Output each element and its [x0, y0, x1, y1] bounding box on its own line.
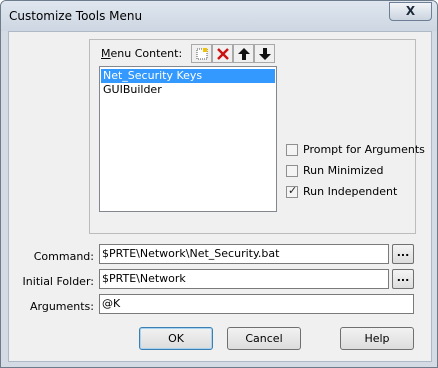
title-bar[interactable]: Customize Tools Menu X — [1, 1, 437, 31]
ok-button[interactable]: OK — [139, 327, 213, 350]
menu-content-label-accel: M — [101, 47, 111, 60]
delete-item-button[interactable] — [212, 44, 233, 63]
close-icon: X — [405, 4, 416, 18]
move-up-icon — [238, 48, 250, 60]
close-button[interactable]: X — [389, 2, 432, 21]
run-minimized-label: Run Minimized — [303, 164, 384, 177]
command-browse-button[interactable]: ... — [392, 244, 414, 264]
menu-content-label-rest: enu Content: — [110, 47, 183, 60]
command-field[interactable]: $PRTE\Network\Net_Security.bat — [99, 244, 389, 264]
new-item-icon — [196, 48, 208, 60]
delete-icon — [217, 48, 229, 60]
help-button[interactable]: Help — [340, 327, 414, 350]
list-item[interactable]: GUIBuilder — [101, 83, 275, 97]
initial-folder-browse-button[interactable]: ... — [392, 269, 414, 289]
checkmark-icon: ✓ — [288, 184, 298, 197]
menu-content-list[interactable]: Net_Security Keys GUIBuilder — [99, 66, 277, 212]
run-independent-checkbox[interactable]: ✓ — [286, 184, 298, 198]
move-down-button[interactable] — [254, 44, 275, 63]
menu-content-label: Menu Content: — [101, 47, 182, 60]
command-label: Command: — [33, 250, 94, 263]
run-independent-label: Run Independent — [303, 185, 398, 198]
cancel-button[interactable]: Cancel — [227, 327, 301, 350]
arguments-label: Arguments: — [29, 300, 94, 313]
initial-folder-label: Initial Folder: — [22, 275, 94, 288]
dialog-window: Customize Tools Menu X Menu Content: Net… — [0, 0, 438, 368]
list-item[interactable]: Net_Security Keys — [101, 69, 275, 83]
move-down-icon — [259, 48, 271, 60]
window-title: Customize Tools Menu — [9, 9, 143, 23]
run-minimized-checkbox[interactable] — [286, 165, 298, 177]
prompt-for-arguments-checkbox[interactable] — [286, 144, 298, 156]
move-up-button[interactable] — [233, 44, 254, 63]
initial-folder-field[interactable]: $PRTE\Network — [99, 269, 389, 289]
dialog-body: Menu Content: Net_Security Keys GUIBuild… — [8, 31, 432, 362]
prompt-for-arguments-label: Prompt for Arguments — [303, 143, 425, 156]
arguments-field[interactable]: @K — [99, 294, 414, 314]
new-item-button[interactable] — [191, 44, 212, 63]
